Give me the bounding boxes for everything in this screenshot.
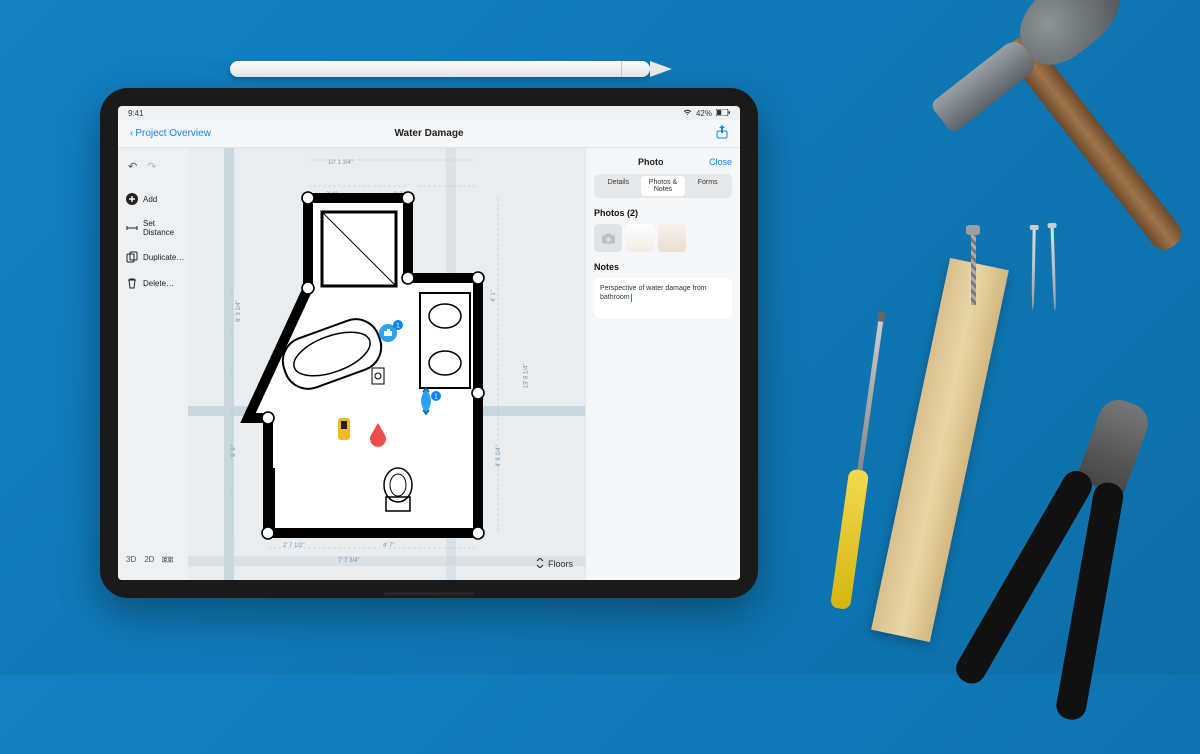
tab-details[interactable]: Details [596, 176, 641, 196]
panel-title: Photo [638, 157, 664, 167]
set-distance-tool[interactable]: Set Distance [124, 215, 182, 241]
gridline [188, 556, 585, 566]
notes-textarea[interactable]: Perspective of water damage from bathroo… [594, 278, 732, 318]
battery-icon [716, 109, 730, 118]
floor-plan[interactable]: 1 1 [238, 178, 508, 548]
status-bar: 9:41 42% [118, 106, 740, 120]
status-time: 9:41 [128, 109, 144, 118]
screwdriver-prop [830, 320, 890, 610]
photo-thumbnail[interactable] [658, 224, 686, 252]
pin-thermal-icon [338, 418, 350, 440]
dim-label: 7' 7 3/4" [338, 558, 360, 564]
screw-prop [966, 225, 980, 305]
wifi-icon [683, 109, 692, 118]
notes-header: Notes [594, 262, 732, 272]
dim-label: 10' 1 3/4" [328, 160, 353, 166]
delete-tool[interactable]: Delete… [124, 273, 182, 293]
floorplan-canvas[interactable]: 10' 1 3/4" 3' 6" 2' 6" 6' 3 1/4" 5' 9" 1… [188, 148, 585, 580]
duplicate-tool[interactable]: Duplicate… [124, 247, 182, 267]
share-button[interactable] [716, 125, 728, 142]
redo-button[interactable]: ↷ [147, 160, 156, 173]
photo-thumbnail[interactable] [626, 224, 654, 252]
back-label: Project Overview [135, 128, 211, 139]
top-nav: ‹ Project Overview Water Damage [118, 120, 740, 148]
tool-sidebar: ↶ ↷ Add Set Distance [118, 148, 188, 580]
tab-forms[interactable]: Forms [685, 176, 730, 196]
undo-button[interactable]: ↶ [128, 160, 137, 173]
back-button[interactable]: ‹ Project Overview [130, 128, 211, 139]
page-title: Water Damage [394, 128, 463, 139]
set-distance-label: Set Distance [143, 219, 180, 237]
duplicate-icon [126, 251, 138, 263]
dim-label: 13' 8 1/4" [523, 364, 529, 389]
close-button[interactable]: Close [709, 157, 732, 167]
floors-label: Floors [548, 559, 573, 569]
segmented-control: Details Photos & Notes Forms [594, 174, 732, 198]
delete-label: Delete… [143, 279, 174, 288]
svg-text:1: 1 [434, 394, 438, 401]
duplicate-label: Duplicate… [143, 253, 184, 262]
notes-text: Perspective of water damage from bathroo… [600, 285, 707, 301]
tab-photos-notes[interactable]: Photos & Notes [641, 176, 686, 196]
floors-button[interactable]: Floors [536, 558, 573, 570]
add-tool[interactable]: Add [124, 189, 182, 209]
apple-pencil-prop [230, 61, 650, 77]
photos-header: Photos (2) [594, 208, 732, 218]
ruler-icon [126, 222, 138, 234]
gridline [224, 148, 234, 580]
status-battery: 42% [696, 109, 712, 118]
chevron-updown-icon [536, 558, 544, 570]
view-ar-button[interactable] [162, 555, 173, 566]
view-3d-button[interactable]: 3D [126, 555, 136, 566]
add-photo-button[interactable] [594, 224, 622, 252]
plus-circle-icon [126, 193, 138, 205]
svg-text:1: 1 [396, 323, 400, 330]
ipad-device: 9:41 42% ‹ Project Overview Water Damage [100, 88, 758, 598]
view-2d-button[interactable]: 2D [144, 555, 154, 566]
add-label: Add [143, 195, 157, 204]
trash-icon [126, 277, 138, 289]
detail-panel: Photo Close Details Photos & Notes Forms… [585, 148, 740, 580]
chevron-left-icon: ‹ [130, 128, 133, 139]
text-cursor [631, 294, 632, 302]
